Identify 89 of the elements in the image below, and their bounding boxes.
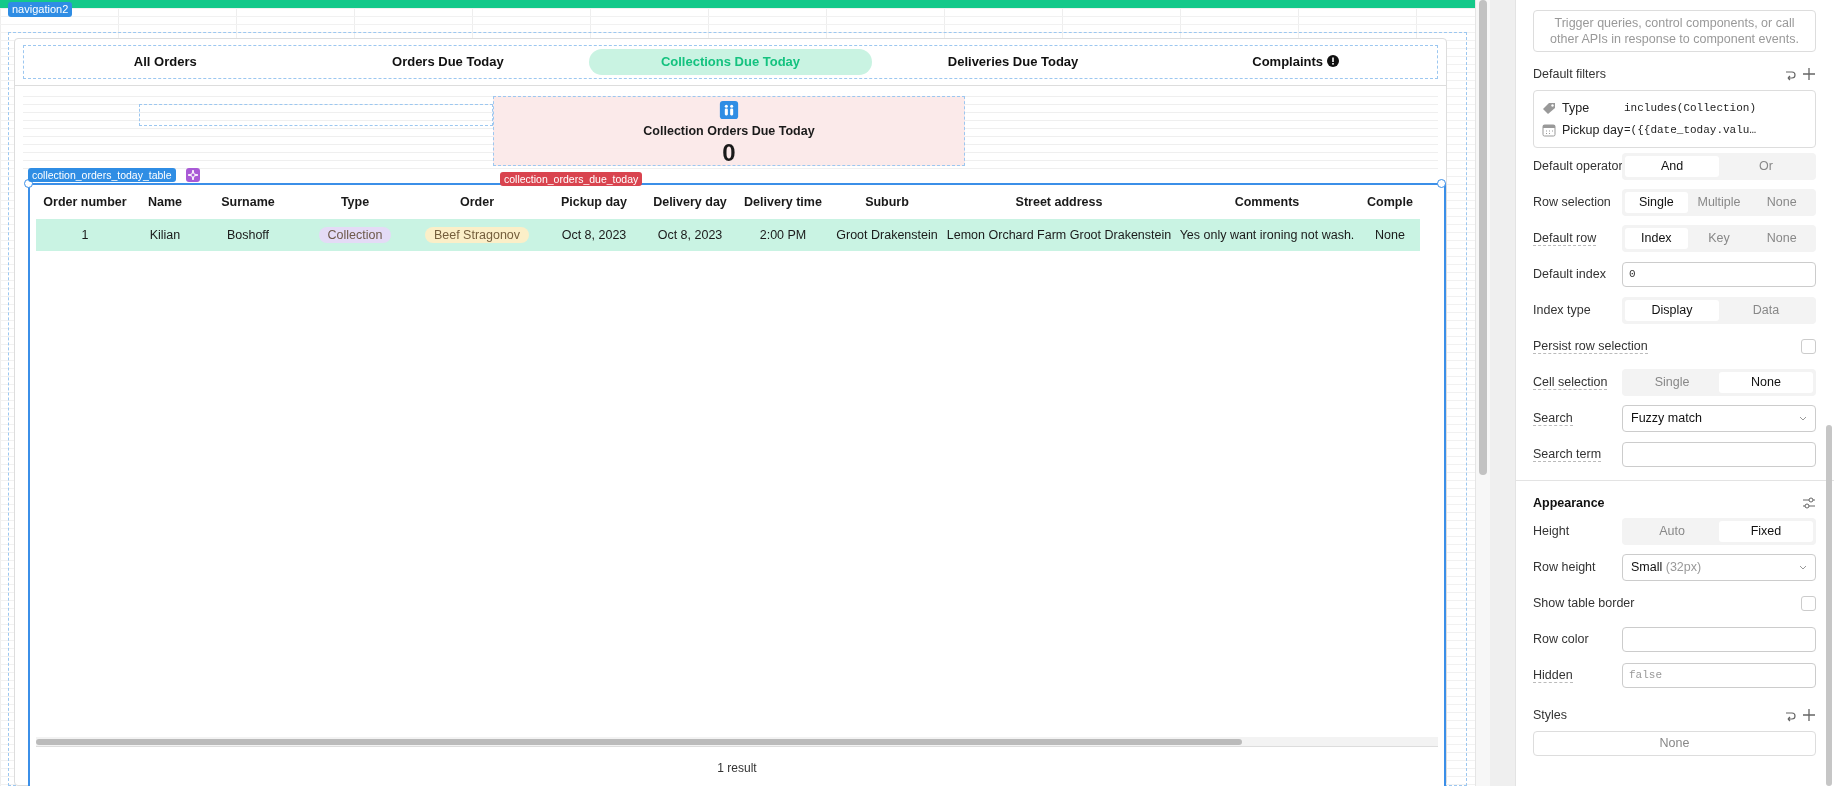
column-header[interactable]: Comments (1174, 185, 1360, 219)
table-cell: Yes only want ironing not wash. (1174, 219, 1360, 251)
dropdown-field[interactable]: Fuzzy match (1622, 404, 1816, 432)
result-count: 1 result (716, 760, 758, 777)
field-label: Search term (1533, 446, 1602, 462)
styles-field[interactable]: None (1533, 731, 1816, 756)
field-label: Default operator (1533, 158, 1623, 173)
input-field[interactable] (1622, 626, 1816, 652)
column-header[interactable]: Order (410, 185, 544, 219)
table-cell: Lemon Orchard Farm Groot Drakenstein (944, 219, 1174, 251)
segmented-control[interactable]: Auto Fixed (1622, 517, 1816, 545)
segment-option[interactable]: Display (1625, 299, 1719, 321)
resize-handle[interactable] (24, 179, 33, 188)
tag-label: Beef Stragonov (424, 226, 530, 243)
checkbox[interactable] (1801, 338, 1816, 354)
table-cell: Kilian (134, 219, 196, 251)
section-title: Styles (1533, 706, 1568, 724)
segment-option[interactable]: None (1719, 371, 1813, 393)
filter-field: Pickup day (1562, 120, 1624, 140)
component-tag[interactable]: collection_orders_due_today (500, 172, 643, 186)
table-cell: 2:00 PM (736, 219, 830, 251)
table-cell: Groot Drakenstein (830, 219, 944, 251)
segmented-control[interactable]: Index Key None (1622, 224, 1816, 252)
segmented-control[interactable]: Display Data (1622, 296, 1816, 324)
segmented-control[interactable]: Single Multiple None (1622, 188, 1816, 216)
dropdown-field[interactable]: Small (32px) (1622, 553, 1816, 581)
section-title: Default filters (1533, 65, 1606, 83)
add-icon[interactable] (1802, 708, 1816, 722)
calendar-icon (1542, 123, 1556, 137)
section-title: Appearance (1533, 494, 1605, 512)
nav-tab[interactable]: Deliveries Due Today (871, 49, 1155, 75)
column-header[interactable]: Pickup day (544, 185, 644, 219)
table-cell: None (1360, 219, 1420, 251)
field-label: Height (1533, 523, 1570, 538)
segmented-control[interactable]: And Or (1622, 152, 1816, 180)
column-header[interactable]: Suburb (830, 185, 944, 219)
people-icon (717, 101, 741, 120)
stat-title: Collection Orders Due Today (643, 123, 815, 141)
sliders-icon[interactable] (1802, 496, 1816, 510)
alert-icon (1327, 55, 1340, 68)
segment-option[interactable]: Fixed (1719, 520, 1813, 542)
checkbox[interactable] (1801, 595, 1816, 611)
column-header[interactable]: Name (134, 185, 196, 219)
column-header[interactable]: Surname (196, 185, 300, 219)
tag-icon (1542, 101, 1556, 115)
column-header[interactable]: Type (300, 185, 410, 219)
column-header[interactable]: Comple (1360, 185, 1420, 219)
segmented-control[interactable]: Single None (1622, 368, 1816, 396)
segment-option[interactable]: Single (1625, 191, 1688, 213)
nav-tab[interactable]: All Orders (24, 49, 307, 75)
caret-icon (1799, 415, 1807, 421)
segment-option[interactable]: Index (1625, 227, 1688, 249)
filter-value: includes(Collection) (1624, 100, 1757, 116)
caret-icon (1799, 564, 1807, 570)
field-label: Show table border (1533, 595, 1635, 610)
field-label: Search (1533, 410, 1573, 426)
resize-handle[interactable] (1437, 179, 1446, 188)
column-header[interactable]: Street address (944, 185, 1174, 219)
scrollbar[interactable] (1826, 425, 1832, 786)
field-label: Hidden (1533, 667, 1573, 683)
add-icon[interactable] (1802, 67, 1816, 81)
input-field[interactable]: 0 (1622, 261, 1816, 287)
field-label: Row selection (1533, 194, 1611, 209)
filter-value: =({{date_today.valu… (1624, 122, 1757, 138)
column-header[interactable]: Order number (36, 185, 134, 219)
field-label: Cell selection (1533, 374, 1608, 390)
nav-tab[interactable]: Orders Due Today (306, 49, 590, 75)
tag-label: Collection (318, 226, 392, 243)
table-cell: Oct 8, 2023 (544, 219, 644, 251)
input-field[interactable] (1622, 441, 1816, 467)
table-cell: 1 (36, 219, 134, 251)
field-label: Default row (1533, 230, 1597, 246)
segment-option[interactable]: And (1625, 155, 1719, 177)
sparkle-icon[interactable] (186, 168, 200, 182)
field-label: Persist row selection (1533, 338, 1648, 354)
stat-value: 0 (722, 141, 736, 165)
table-cell: Boshoff (196, 219, 300, 251)
column-header[interactable]: Delivery day (644, 185, 736, 219)
nav-tab[interactable]: Complaints (1154, 49, 1437, 75)
field-label: Row height (1533, 559, 1596, 574)
field-label: Index type (1533, 302, 1591, 317)
column-header[interactable]: Delivery time (736, 185, 830, 219)
field-label: Row color (1533, 631, 1589, 646)
scrollbar[interactable] (36, 739, 1242, 745)
filter-field: Type (1562, 98, 1624, 118)
field-label: Default index (1533, 266, 1606, 281)
input-field[interactable]: false (1622, 662, 1816, 688)
scrollbar[interactable] (1475, 0, 1490, 786)
table-cell: Oct 8, 2023 (644, 219, 736, 251)
